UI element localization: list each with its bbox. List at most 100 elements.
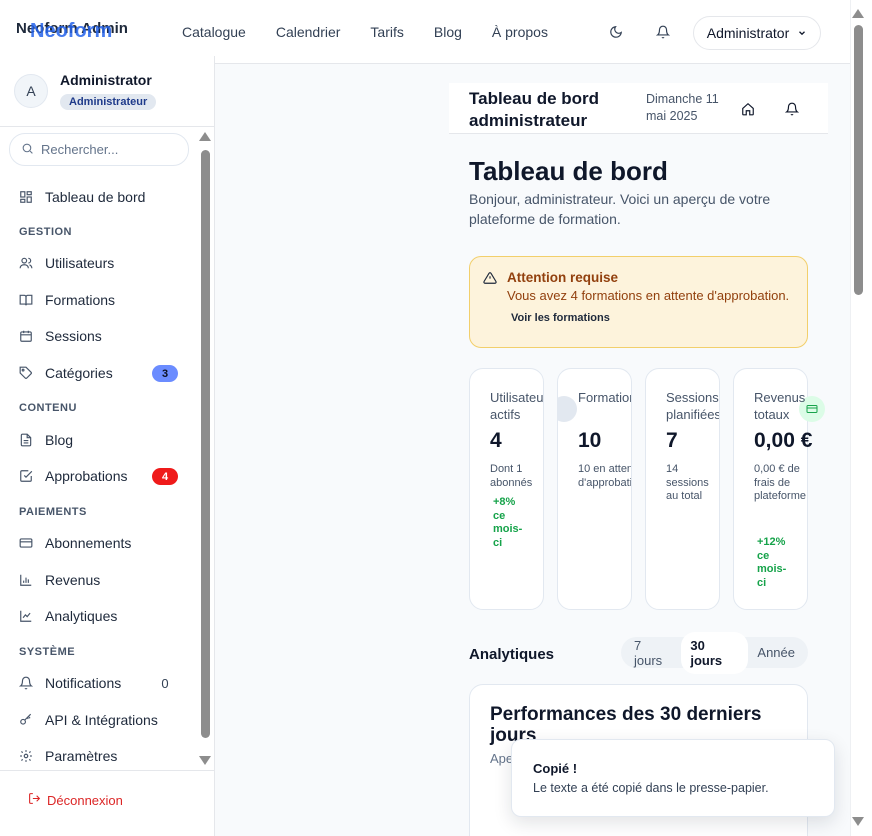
logout-label: Déconnexion <box>47 792 123 808</box>
credit-card-icon <box>18 536 33 551</box>
tag-icon <box>18 366 33 381</box>
section-contenu: CONTENU <box>19 402 77 414</box>
dashboard-icon <box>18 190 33 205</box>
role-badge: Administrateur <box>60 94 157 110</box>
check-square-icon <box>18 469 33 484</box>
page-title: Tableau de bord <box>469 156 668 186</box>
sidebar-item-dashboard[interactable]: Tableau de bord <box>18 184 188 210</box>
page-header-date: Dimanche 11 mai 2025 <box>646 92 719 123</box>
home-icon[interactable] <box>738 99 758 119</box>
bell-icon[interactable] <box>782 99 802 119</box>
logout-button[interactable]: Déconnexion <box>28 792 123 808</box>
sidebar-profile: A Administrator Administrateur <box>14 72 157 110</box>
warning-icon <box>483 271 497 290</box>
sidebar-item-label: Paramètres <box>45 748 118 764</box>
stat-description: 0,00 € de frais de plateforme <box>754 463 806 502</box>
scrollbar-thumb[interactable] <box>854 25 863 295</box>
sidebar-item-parametres[interactable]: Paramètres <box>18 743 188 769</box>
sidebar-item-formations[interactable]: Formations <box>18 287 188 313</box>
stat-value: 0,00 € <box>754 429 813 452</box>
moon-icon[interactable] <box>606 22 626 42</box>
sidebar-item-users[interactable]: Utilisateurs <box>18 250 188 276</box>
sidebar-item-label: Approbations <box>45 468 128 484</box>
page-subtitle: Bonjour, administrateur. Voici un aperçu… <box>469 191 771 227</box>
stat-card-formations: Formations 10 10 en attente d'approbatio… <box>557 368 632 610</box>
page-header: Tableau de bord administrateur Dimanche … <box>449 83 828 134</box>
nav-link-tarifs[interactable]: Tarifs <box>370 24 403 40</box>
sidebar-item-label: Revenus <box>45 572 101 588</box>
nav-link-blog[interactable]: Blog <box>434 24 462 40</box>
range-7-days[interactable]: 7 jours <box>625 632 681 674</box>
profile-name: Administrator <box>60 72 152 88</box>
sidebar-item-abonnements[interactable]: Abonnements <box>18 530 188 556</box>
book-icon <box>558 396 577 422</box>
sidebar-item-categories[interactable]: Catégories 3 <box>18 360 188 386</box>
sidebar-item-blog[interactable]: Blog <box>18 427 188 453</box>
book-icon <box>18 293 33 308</box>
sidebar-item-label: Utilisateurs <box>45 255 115 271</box>
divider <box>0 770 214 771</box>
stat-label: Revenus totaux <box>754 390 806 422</box>
sidebar-item-label: Analytiques <box>45 608 118 624</box>
stat-trend: +8% ce mois-ci <box>493 496 523 549</box>
nav-link-catalogue[interactable]: Catalogue <box>182 24 246 40</box>
search-input[interactable]: Rechercher... <box>9 133 189 166</box>
main-content: Tableau de bord administrateur Dimanche … <box>215 64 850 836</box>
sidebar-item-notifications[interactable]: Notifications 0 <box>18 670 188 696</box>
bell-icon[interactable] <box>653 22 673 42</box>
range-year[interactable]: Année <box>748 639 804 666</box>
brand-overlay-text: Neoform <box>30 20 113 42</box>
sidebar-item-label: Notifications <box>45 675 122 691</box>
line-chart-icon <box>18 609 33 624</box>
toast-notification[interactable]: Copié ! Le texte a été copié dans le pre… <box>511 739 835 817</box>
stat-label: Sessions planifiées <box>666 390 720 422</box>
sidebar-item-label: Tableau de bord <box>45 189 146 205</box>
view-formations-link[interactable]: Voir les formations <box>511 312 610 324</box>
count-badge: 4 <box>152 468 178 485</box>
nav-link-calendrier[interactable]: Calendrier <box>276 24 341 40</box>
sidebar-item-analytiques[interactable]: Analytiques <box>18 603 188 629</box>
sidebar-item-api[interactable]: API & Intégrations <box>18 707 188 733</box>
user-menu-button[interactable]: Administrator <box>693 16 821 50</box>
logout-icon <box>28 792 41 808</box>
nav-link-a-propos[interactable]: À propos <box>492 24 548 40</box>
sidebar-item-sessions[interactable]: Sessions <box>18 323 188 349</box>
section-gestion: GESTION <box>19 226 73 238</box>
document-icon <box>18 433 33 448</box>
range-selector: 7 jours 30 jours Année <box>621 631 808 674</box>
scroll-down-arrow[interactable] <box>852 817 864 826</box>
sidebar-item-approbations[interactable]: Approbations 4 <box>18 463 188 489</box>
sidebar-item-label: Abonnements <box>45 535 132 551</box>
stat-card-revenus: Revenus totaux 0,00 € 0,00 € de frais de… <box>733 368 825 610</box>
count-badge: 3 <box>152 365 178 382</box>
toast-text: Le texte a été copié dans le presse-papi… <box>533 781 769 795</box>
scroll-up-arrow[interactable] <box>199 132 211 141</box>
search-icon <box>21 142 34 158</box>
scrollbar-thumb[interactable] <box>201 150 210 738</box>
key-icon <box>18 713 33 728</box>
stat-value: 4 <box>490 429 502 452</box>
sidebar: A Administrator Administrateur Recherche… <box>0 56 215 836</box>
stat-value: 10 <box>578 429 602 452</box>
users-icon <box>18 256 33 271</box>
stat-card-sessions: Sessions planifiées 7 14 sessions au tot… <box>645 368 720 610</box>
sidebar-item-revenus[interactable]: Revenus <box>18 567 188 593</box>
scroll-up-arrow[interactable] <box>852 9 864 18</box>
divider <box>0 126 214 127</box>
page-header-title: Tableau de bord administrateur <box>469 89 600 130</box>
stat-description: Dont 1 abonnés <box>490 463 533 489</box>
sidebar-item-label: Blog <box>45 432 74 448</box>
page-scrollbar[interactable] <box>850 0 872 836</box>
sidebar-scrollbar[interactable] <box>199 132 211 766</box>
sidebar-item-label: Catégories <box>45 365 113 381</box>
calendar-icon <box>719 396 720 422</box>
nav-links: Catalogue Calendrier Tarifs Blog À propo… <box>182 24 548 40</box>
analytics-title: Analytiques <box>469 646 555 663</box>
gear-icon <box>18 749 33 764</box>
stat-card-users: Utilisateurs actifs 4 Dont 1 abonnés +8%… <box>469 368 544 610</box>
range-30-days[interactable]: 30 jours <box>681 631 749 674</box>
stat-trend: +12% ce mois-ci <box>757 536 787 589</box>
alert-text: Vous avez 4 formations en attente d'appr… <box>507 288 790 303</box>
top-navigation: Neoform Admin Neoform Catalogue Calendri… <box>0 0 850 64</box>
scroll-down-arrow[interactable] <box>199 756 211 765</box>
